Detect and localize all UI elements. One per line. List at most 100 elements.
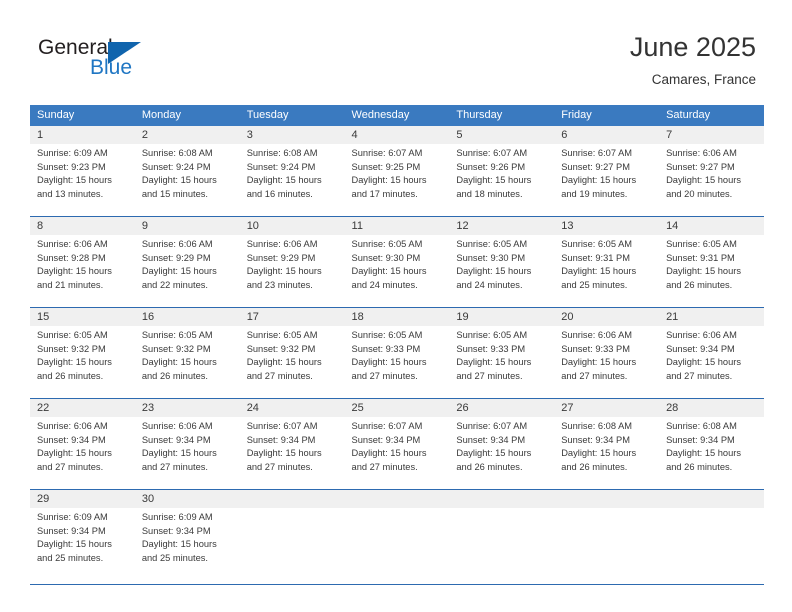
day-cell[interactable]: Sunrise: 6:08 AM Sunset: 9:24 PM Daylight:… [135, 144, 240, 216]
daylight-text-line2: and 25 minutes. [561, 279, 628, 290]
sunset-text: Sunset: 9:28 PM [37, 252, 106, 263]
sunrise-text: Sunrise: 6:06 AM [37, 421, 108, 431]
day-cell[interactable]: Sunrise: 6:07 AM Sunset: 9:34 PM Daylight:… [345, 417, 450, 489]
day-cell [554, 508, 659, 584]
day-number[interactable]: 1 [30, 126, 135, 144]
day-cell[interactable]: Sunrise: 6:07 AM Sunset: 9:27 PM Daylight:… [554, 144, 659, 216]
day-of-week-header-row: Sunday Monday Tuesday Wednesday Thursday Frid… [30, 105, 764, 126]
day-number[interactable]: 6 [554, 126, 659, 144]
day-cell[interactable]: Sunrise: 6:09 AM Sunset: 9:34 PM Daylight:… [135, 508, 240, 584]
day-number[interactable]: 16 [135, 308, 240, 326]
day-number[interactable]: 10 [240, 217, 345, 235]
day-number[interactable]: 15 [30, 308, 135, 326]
day-number[interactable]: 18 [345, 308, 450, 326]
daylight-text-line2: and 26 minutes. [141, 370, 208, 381]
day-cell[interactable]: Sunrise: 6:06 AM Sunset: 9:29 PM Daylight:… [240, 235, 345, 307]
sunrise-text: Sunrise: 6:07 AM [456, 421, 528, 431]
day-cell[interactable]: Sunrise: 6:06 AM Sunset: 9:34 PM Daylight:… [135, 417, 240, 489]
day-cell[interactable]: Sunrise: 6:05 AM Sunset: 9:33 PM Daylight:… [345, 326, 450, 398]
day-number[interactable]: 21 [659, 308, 764, 326]
daylight-text-line2: and 20 minutes. [666, 188, 733, 199]
day-cell[interactable]: Sunrise: 6:06 AM Sunset: 9:34 PM Daylight:… [659, 326, 764, 398]
day-number[interactable]: 24 [240, 399, 345, 417]
daylight-text-line2: and 26 minutes. [37, 370, 104, 381]
daylight-text-line2: and 26 minutes. [666, 461, 733, 472]
sunrise-text: Sunrise: 6:07 AM [456, 148, 528, 158]
sunrise-text: Sunrise: 6:09 AM [37, 512, 108, 522]
day-cell[interactable]: Sunrise: 6:05 AM Sunset: 9:31 PM Daylight:… [659, 235, 764, 307]
day-cell[interactable]: Sunrise: 6:06 AM Sunset: 9:34 PM Daylight:… [30, 417, 135, 489]
day-number[interactable]: 9 [135, 217, 240, 235]
day-number[interactable]: 11 [345, 217, 450, 235]
day-cell[interactable]: Sunrise: 6:05 AM Sunset: 9:30 PM Daylight:… [345, 235, 450, 307]
day-number[interactable]: 7 [659, 126, 764, 144]
day-number[interactable]: 3 [240, 126, 345, 144]
day-cell[interactable]: Sunrise: 6:06 AM Sunset: 9:33 PM Daylight:… [554, 326, 659, 398]
day-number[interactable]: 25 [345, 399, 450, 417]
day-cell[interactable]: Sunrise: 6:05 AM Sunset: 9:32 PM Daylight:… [30, 326, 135, 398]
daylight-text-line1: Daylight: 15 hours [246, 357, 322, 368]
day-number[interactable]: 8 [30, 217, 135, 235]
sunset-text: Sunset: 9:34 PM [141, 525, 211, 536]
day-cell[interactable]: Sunrise: 6:08 AM Sunset: 9:34 PM Daylight:… [554, 417, 659, 489]
day-number[interactable]: 20 [554, 308, 659, 326]
day-cell[interactable]: Sunrise: 6:05 AM Sunset: 9:32 PM Daylight:… [240, 326, 345, 398]
daylight-text-line1: Daylight: 15 hours [561, 175, 637, 186]
sunset-text: Sunset: 9:31 PM [666, 252, 735, 263]
daylight-text-line1: Daylight: 15 hours [456, 448, 532, 459]
day-cell[interactable]: Sunrise: 6:06 AM Sunset: 9:28 PM Daylight:… [30, 235, 135, 307]
day-cell[interactable]: Sunrise: 6:06 AM Sunset: 9:29 PM Daylight:… [135, 235, 240, 307]
daylight-text-line2: and 27 minutes. [351, 370, 418, 381]
day-number[interactable]: 17 [240, 308, 345, 326]
day-number[interactable]: 12 [449, 217, 554, 235]
daylight-text-line1: Daylight: 15 hours [456, 175, 532, 186]
day-cell[interactable]: Sunrise: 6:09 AM Sunset: 9:34 PM Daylight:… [30, 508, 135, 584]
daylight-text-line1: Daylight: 15 hours [246, 266, 322, 277]
day-cell[interactable]: Sunrise: 6:05 AM Sunset: 9:33 PM Daylight:… [449, 326, 554, 398]
day-cell[interactable]: Sunrise: 6:07 AM Sunset: 9:26 PM Daylight:… [449, 144, 554, 216]
day-cell[interactable]: Sunrise: 6:07 AM Sunset: 9:34 PM Daylight:… [240, 417, 345, 489]
day-cell[interactable]: Sunrise: 6:06 AM Sunset: 9:27 PM Daylight:… [659, 144, 764, 216]
daylight-text-line1: Daylight: 15 hours [666, 266, 741, 277]
sunrise-text: Sunrise: 6:06 AM [141, 421, 213, 431]
day-number[interactable]: 30 [135, 490, 240, 508]
day-number[interactable]: 2 [135, 126, 240, 144]
day-number[interactable]: 19 [449, 308, 554, 326]
calendar-week-row: 15 16 17 18 19 20 21 Sunrise: 6:05 AM Sunset: 9:… [30, 308, 764, 399]
day-number[interactable]: 26 [449, 399, 554, 417]
day-cell[interactable]: Sunrise: 6:08 AM Sunset: 9:34 PM Daylight:… [659, 417, 764, 489]
sunrise-text: Sunrise: 6:05 AM [456, 239, 528, 249]
sunset-text: Sunset: 9:34 PM [351, 434, 421, 445]
sunrise-text: Sunrise: 6:07 AM [351, 421, 423, 431]
day-cell[interactable]: Sunrise: 6:08 AM Sunset: 9:24 PM Daylight:… [240, 144, 345, 216]
day-number[interactable]: 22 [30, 399, 135, 417]
day-number[interactable]: 5 [449, 126, 554, 144]
day-number[interactable]: 13 [554, 217, 659, 235]
day-number[interactable]: 29 [30, 490, 135, 508]
week-day-number-band: 1234567 [30, 126, 764, 144]
generalblue-logo[interactable]: General Blue [38, 36, 168, 86]
sunset-text: Sunset: 9:30 PM [351, 252, 421, 263]
day-cell[interactable]: Sunrise: 6:05 AM Sunset: 9:32 PM Daylight:… [135, 326, 240, 398]
day-cell[interactable]: Sunrise: 6:07 AM Sunset: 9:34 PM Daylight:… [449, 417, 554, 489]
day-number[interactable]: 14 [659, 217, 764, 235]
day-cell[interactable]: Sunrise: 6:07 AM Sunset: 9:25 PM Daylight:… [345, 144, 450, 216]
page-title: June 2025 [629, 32, 756, 62]
sunrise-text: Sunrise: 6:05 AM [561, 239, 633, 249]
sunrise-text: Sunrise: 6:06 AM [141, 239, 213, 249]
sunrise-text: Sunrise: 6:08 AM [246, 148, 318, 158]
daylight-text-line1: Daylight: 15 hours [246, 175, 322, 186]
day-number[interactable]: 27 [554, 399, 659, 417]
day-cell[interactable]: Sunrise: 6:05 AM Sunset: 9:30 PM Daylight:… [449, 235, 554, 307]
week-day-detail-band: Sunrise: 6:05 AM Sunset: 9:32 PM Daylight:… [30, 326, 764, 398]
day-cell[interactable]: Sunrise: 6:09 AM Sunset: 9:23 PM Daylight:… [30, 144, 135, 216]
sunrise-text: Sunrise: 6:05 AM [666, 239, 737, 249]
daylight-text-line2: and 27 minutes. [456, 370, 523, 381]
day-cell[interactable]: Sunrise: 6:05 AM Sunset: 9:31 PM Daylight:… [554, 235, 659, 307]
day-number[interactable]: 23 [135, 399, 240, 417]
day-number[interactable]: 28 [659, 399, 764, 417]
day-number[interactable]: 4 [345, 126, 450, 144]
daylight-text-line2: and 18 minutes. [456, 188, 523, 199]
sunrise-text: Sunrise: 6:05 AM [246, 330, 318, 340]
daylight-text-line1: Daylight: 15 hours [141, 175, 217, 186]
